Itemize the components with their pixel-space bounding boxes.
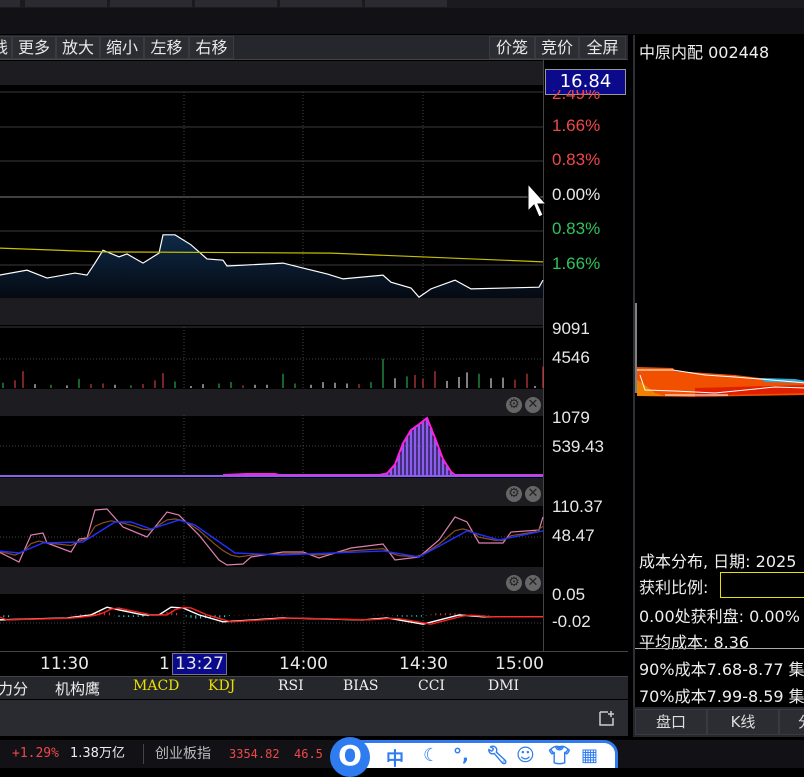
moon-icon[interactable]: ☾	[423, 745, 439, 766]
price-axis-label: 0.83%	[552, 219, 601, 238]
mouse-cursor-icon	[527, 183, 548, 218]
price-axis-label: 0.83%	[552, 150, 601, 169]
time-label: 11:30	[40, 654, 89, 674]
volume-axis-label: 4546	[552, 348, 590, 367]
tab-macd[interactable]: MACD	[133, 678, 179, 694]
average-price-line	[0, 247, 544, 263]
tab-institution[interactable]: 机构鹰	[55, 678, 100, 699]
close-icon[interactable]: ✕	[525, 397, 541, 413]
tab-power[interactable]: 力分	[0, 678, 28, 699]
tab-rsi[interactable]: RSI	[278, 678, 304, 694]
gear-icon[interactable]: ⚙	[506, 486, 522, 502]
punctuation-icon[interactable]: °,	[453, 745, 469, 766]
cost-90: 90%成本7.68-8.77 集	[639, 660, 804, 679]
tab-bias[interactable]: BIAS	[343, 678, 379, 694]
gear-icon[interactable]: ⚙	[506, 397, 522, 413]
tab-dmi[interactable]: DMI	[488, 678, 519, 694]
ind1-axis-label: 539.43	[552, 437, 604, 456]
tab-kline[interactable]: K线	[707, 709, 779, 735]
close-icon[interactable]: ✕	[525, 575, 541, 591]
tab-cci[interactable]: CCI	[418, 678, 445, 694]
right-panel-tabs: 盘口 K线 分	[633, 707, 804, 737]
ind3-axis-label: 0.05	[552, 585, 586, 604]
wrench-icon[interactable]: 🔧︎	[486, 745, 509, 766]
ind2-line-d	[0, 518, 544, 558]
close-icon[interactable]: ✕	[525, 486, 541, 502]
index-name: 创业板指	[155, 746, 211, 762]
ime-toolbar: O 中 ☾ °, 🔧︎ ☺ 👕︎ ▦	[330, 737, 618, 777]
bottom-toolbar	[0, 700, 628, 736]
cost-date: 成本分布, 日期: 2025	[639, 552, 797, 571]
profit-ratio-input[interactable]	[720, 572, 804, 598]
volume-axis-label: 9091	[552, 319, 590, 338]
emoji-icon[interactable]: ☺	[516, 745, 535, 766]
indicator1-header: ⚙ ✕	[0, 389, 543, 415]
time-label: 15:00	[495, 654, 544, 674]
ime-logo[interactable]: O	[330, 737, 370, 777]
cost-70: 70%成本7.99-8.59 集	[639, 687, 804, 706]
profit-ratio-label: 获利比例:	[639, 578, 709, 597]
indicator2-header: ⚙ ✕	[0, 478, 543, 504]
price-axis-label: 1.66%	[552, 116, 601, 135]
volume-header	[0, 299, 543, 325]
price-axis-label: 0.00%	[552, 185, 601, 204]
market-change: +1.29%	[12, 746, 59, 761]
cost-distribution-chart	[635, 303, 804, 397]
ind1-axis-label: 1079	[552, 408, 590, 427]
tab-order-book[interactable]: 盘口	[635, 709, 707, 735]
tab-third[interactable]: 分	[779, 709, 804, 735]
divider	[635, 648, 804, 649]
time-label: 14:00	[279, 654, 328, 674]
time-axis: 11:30 1 13:27 14:00 14:30 15:00	[0, 651, 628, 677]
skin-icon[interactable]: 👕︎	[548, 745, 571, 766]
price-axis-label: 1.66%	[552, 254, 601, 273]
profit-at-price: 0.00处获利盘: 0.00%	[639, 607, 800, 626]
cost-distribution-panel: 中原内配 002448 成本分布, 日期: 2025 获利比例: 0.00处获利…	[633, 35, 804, 707]
market-turnover: 1.38万亿	[70, 746, 125, 761]
tab-kdj[interactable]: KDJ	[208, 678, 235, 694]
time-label: 14:30	[399, 654, 448, 674]
average-cost: 平均成本: 8.36	[639, 633, 750, 652]
ime-language-toggle[interactable]: 中	[386, 745, 404, 771]
index-change: 46.5	[294, 747, 323, 761]
time-label: 1	[159, 654, 170, 674]
index-value: 3354.82	[229, 747, 280, 761]
intraday-chart[interactable]	[0, 0, 628, 651]
grid-icon[interactable]: ▦	[581, 745, 598, 766]
cursor-time-label: 13:27	[172, 653, 227, 675]
ind2-axis-label: 48.47	[552, 526, 595, 545]
ind3-axis-label: -0.02	[552, 612, 591, 631]
divider	[143, 744, 144, 764]
gear-icon[interactable]: ⚙	[506, 575, 522, 591]
ind2-axis-label: 110.37	[552, 497, 603, 516]
indicator-tabs: 力分 机构鹰 MACD KDJ RSI BIAS CCI DMI	[0, 677, 628, 699]
add-window-icon[interactable]	[599, 710, 615, 726]
price-area	[0, 234, 543, 298]
indicator3-header: ⚙ ✕	[0, 567, 543, 593]
